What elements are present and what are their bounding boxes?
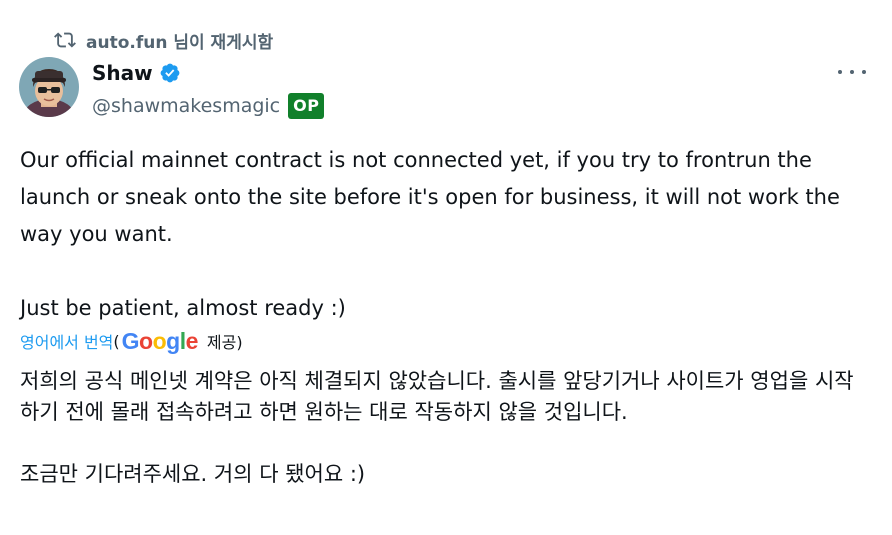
author-name-row[interactable]: Shaw bbox=[92, 60, 181, 86]
translated-paragraph: 조금만 기다려주세요. 거의 다 됐어요 :) bbox=[20, 462, 366, 486]
translation-header: 영어에서 번역 ( Google 제공) bbox=[20, 326, 243, 356]
translate-link[interactable]: 영어에서 번역 bbox=[20, 329, 113, 353]
avatar[interactable] bbox=[19, 57, 79, 117]
translated-text: 저희의 공식 메인넷 계약은 아직 체결되지 않았습니다. 출시를 앞당기거나 … bbox=[20, 366, 870, 490]
google-letter: o bbox=[152, 327, 167, 354]
provided-label: 제공) bbox=[206, 333, 243, 352]
google-letter: G bbox=[121, 327, 140, 354]
verified-badge-icon[interactable] bbox=[159, 62, 181, 84]
more-dot bbox=[862, 70, 866, 74]
op-badge: OP bbox=[288, 93, 325, 119]
author-name[interactable]: Shaw bbox=[92, 61, 153, 85]
author-handle[interactable]: @shawmakesmagic bbox=[92, 95, 280, 117]
google-letter: e bbox=[185, 327, 199, 354]
more-options-icon[interactable] bbox=[838, 62, 866, 82]
post-paragraph: Just be patient, almost ready :) bbox=[20, 296, 346, 320]
open-paren: ( bbox=[113, 331, 120, 351]
google-letter: o bbox=[139, 327, 153, 354]
repost-header[interactable]: auto.fun 님이 재게시함 bbox=[54, 28, 273, 53]
google-logo: Google bbox=[121, 327, 199, 355]
post-text: Our official mainnet contract is not con… bbox=[20, 142, 870, 327]
repost-icon bbox=[54, 32, 76, 48]
google-letter: g bbox=[166, 327, 180, 354]
more-dot bbox=[850, 70, 854, 74]
author-handle-row: @shawmakesmagic OP bbox=[92, 92, 325, 120]
repost-text[interactable]: auto.fun 님이 재게시함 bbox=[86, 28, 273, 53]
more-dot bbox=[838, 70, 842, 74]
post-paragraph: Our official mainnet contract is not con… bbox=[20, 148, 840, 246]
translated-paragraph: 저희의 공식 메인넷 계약은 아직 체결되지 않았습니다. 출시를 앞당기거나 … bbox=[20, 369, 854, 424]
avatar-image bbox=[19, 57, 79, 117]
